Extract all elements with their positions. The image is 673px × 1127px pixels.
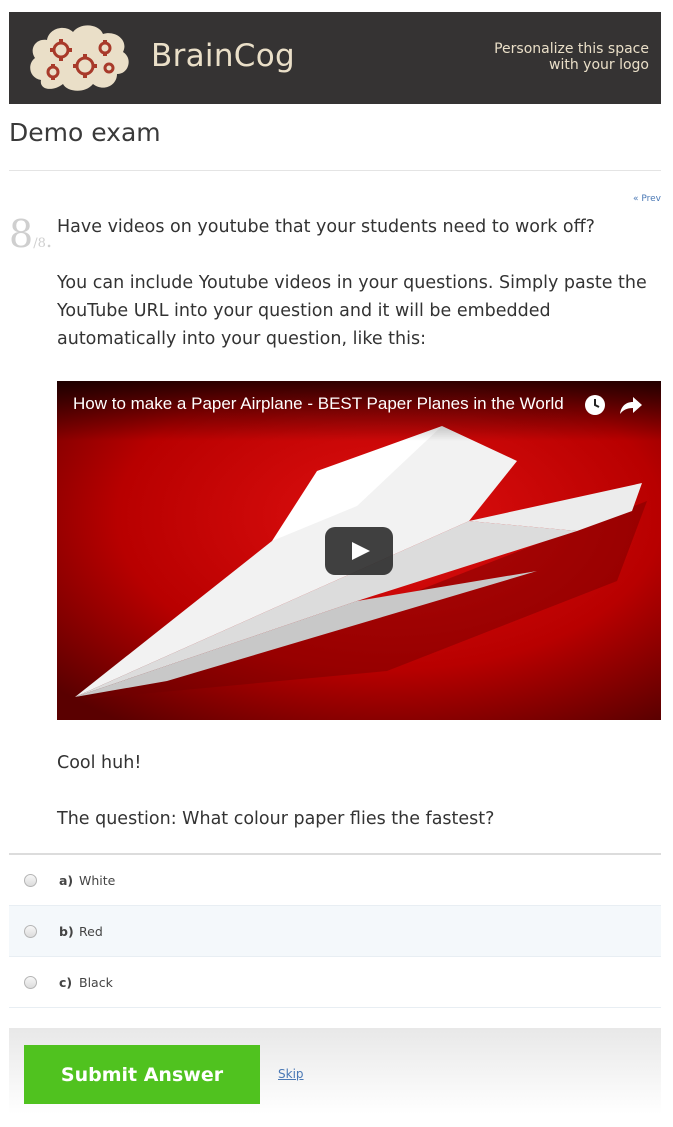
answer-letter: c) [59, 975, 73, 990]
share-icon[interactable] [619, 394, 643, 416]
brand-name: BrainCog [151, 38, 295, 74]
answer-text: Red [79, 924, 103, 939]
tagline-line-2: with your logo [549, 57, 649, 73]
header-banner: BrainCog Personalize this space with you… [9, 12, 661, 104]
question-intro: Have videos on youtube that your student… [57, 217, 595, 237]
skip-link[interactable]: Skip [278, 1067, 304, 1081]
clock-icon[interactable] [584, 394, 606, 416]
braincog-logo-icon [30, 25, 129, 91]
exam-page: BrainCog Personalize this space with you… [0, 0, 673, 1127]
youtube-video-embed[interactable]: How to make a Paper Airplane - BEST Pape… [57, 381, 661, 720]
page-title: Demo exam [9, 118, 161, 147]
question-total: /8 [33, 236, 46, 251]
question-counter: 8/8. [9, 212, 52, 256]
answer-radio-c[interactable] [24, 976, 37, 989]
title-divider [9, 170, 661, 171]
answer-text: White [79, 873, 116, 888]
answer-letter: a) [59, 873, 74, 888]
answer-radio-a[interactable] [24, 874, 37, 887]
answer-option-b[interactable]: b) Red [9, 906, 661, 957]
answer-letter: b) [59, 924, 74, 939]
submit-area: Submit Answer Skip [9, 1028, 661, 1114]
question-number: 8 [9, 212, 34, 256]
answer-option-c[interactable]: c) Black [9, 957, 661, 1008]
play-icon[interactable] [325, 527, 393, 575]
banner-tagline: Personalize this space with your logo [494, 41, 649, 73]
answer-radio-b[interactable] [24, 925, 37, 938]
video-title[interactable]: How to make a Paper Airplane - BEST Pape… [73, 394, 578, 414]
answer-option-a[interactable]: a) White [9, 855, 661, 906]
after-video-text: Cool huh! [57, 753, 142, 773]
submit-answer-button[interactable]: Submit Answer [24, 1045, 260, 1104]
prev-question-link[interactable]: « Prev [633, 194, 661, 204]
answer-list: a) White b) Red c) Black [9, 853, 661, 1008]
question-description: You can include Youtube videos in your q… [57, 273, 647, 349]
question-prompt: The question: What colour paper flies th… [57, 809, 495, 829]
question-dot: . [45, 228, 53, 252]
tagline-line-1: Personalize this space [494, 41, 649, 57]
answer-text: Black [79, 975, 113, 990]
